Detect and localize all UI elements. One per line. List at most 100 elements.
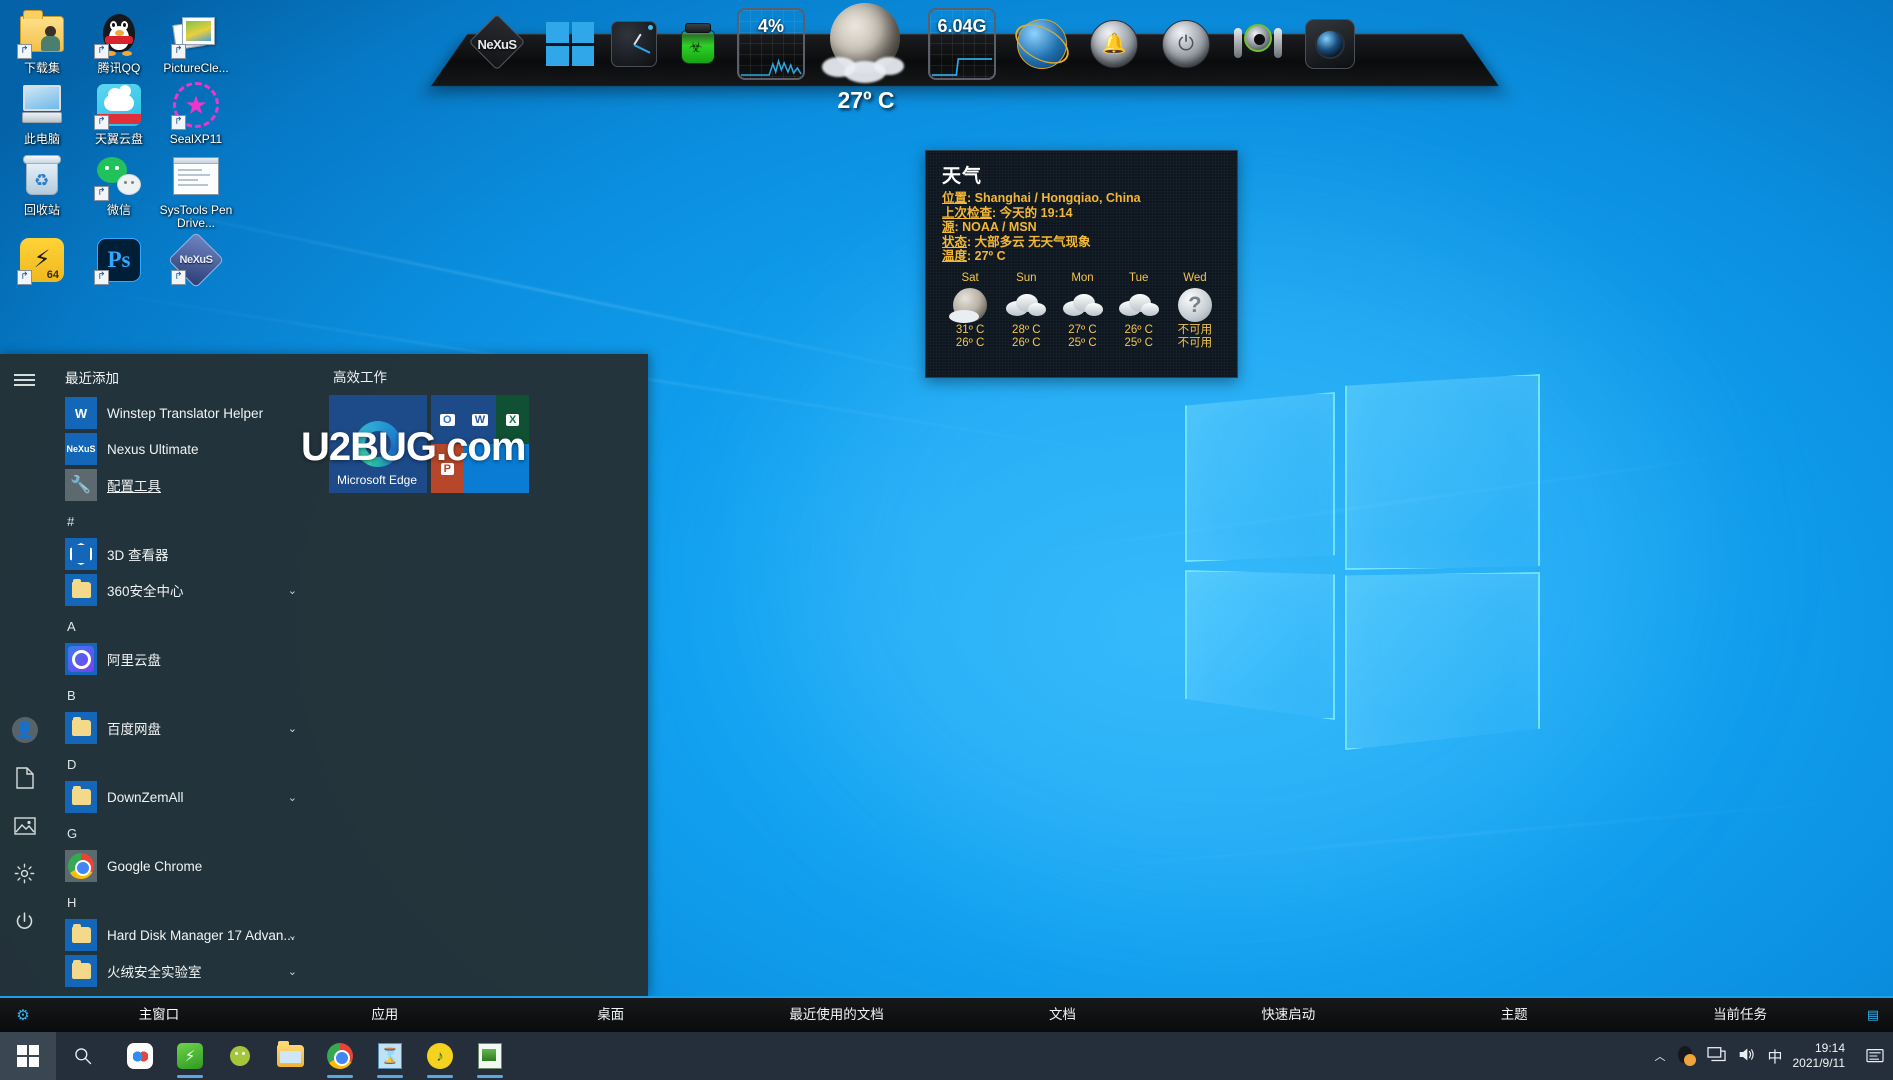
nexus-logo-dock-icon[interactable]: NeXuS	[456, 9, 538, 79]
start-app-downzemall[interactable]: DownZemAll ⌄	[49, 779, 319, 815]
desktop-icon-tianyi-cloud[interactable]: 天翼云盘	[81, 75, 157, 146]
chevron-down-icon[interactable]: ⌄	[288, 584, 297, 597]
desktop-icon-recycle-bin[interactable]: ♻ 回收站	[4, 146, 80, 230]
biohazard-dock-icon[interactable]: ☣	[666, 9, 730, 79]
action-center-icon[interactable]	[1857, 1048, 1893, 1064]
windows-start-icon[interactable]	[0, 1032, 56, 1080]
chrome-taskbar-icon[interactable]	[316, 1032, 364, 1080]
shortcut-arrow-icon	[94, 186, 109, 201]
desktop-icon-downloader64[interactable]: ⚡ 64	[4, 230, 80, 288]
network-globe-dock-icon[interactable]	[1006, 9, 1078, 79]
start-app-nexus-ultimate[interactable]: NeXuS Nexus Ultimate	[49, 431, 319, 467]
cpu-meter-dock-icon[interactable]: 4%	[730, 8, 812, 80]
desktop-icon-grid: 下载集 腾讯QQ PictureCle... 此电脑	[0, 4, 232, 289]
start-app-label: 360安全中心	[107, 584, 184, 599]
start-app-hard-disk-manager[interactable]: Hard Disk Manager 17 Advan... ⌄	[49, 917, 319, 953]
desktop-icon-this-pc[interactable]: 此电脑	[4, 75, 80, 146]
baidu-netdisk-taskbar-icon[interactable]	[116, 1032, 164, 1080]
shortcut-arrow-icon	[94, 44, 109, 59]
nexus-tab-documents[interactable]: 文档	[950, 998, 1176, 1032]
start-app-baidu-netdisk[interactable]: 百度网盘 ⌄	[49, 710, 319, 746]
hourglass-app-taskbar-icon[interactable]: ⌛	[366, 1032, 414, 1080]
moon-weather-dock-icon[interactable]: 27º C	[812, 3, 918, 113]
start-group-letter: G	[67, 826, 78, 841]
pictures-icon[interactable]	[11, 812, 38, 839]
music-player-taskbar-icon[interactable]: ♪	[416, 1032, 464, 1080]
nexus-tab-main-window[interactable]: 主窗口	[46, 998, 272, 1032]
unknown-icon: ?	[1167, 286, 1223, 324]
network-glyph	[1707, 1047, 1727, 1062]
desktop-icon-qq[interactable]: 腾讯QQ	[81, 4, 157, 75]
nexus-tab-desktop[interactable]: 桌面	[498, 998, 724, 1032]
weather-widget[interactable]: 天气 位置: Shanghai / Hongqiao, China 上次检查: …	[925, 150, 1238, 378]
chevron-down-icon[interactable]: ⌄	[288, 791, 297, 804]
start-app-360-security[interactable]: 360安全中心 ⌄	[49, 572, 319, 608]
clock-dock-icon[interactable]	[602, 9, 666, 79]
forecast-day-name: Sat	[961, 271, 979, 284]
power-icon[interactable]	[11, 908, 38, 935]
file-explorer-taskbar-icon[interactable]	[266, 1032, 314, 1080]
power-dock-icon[interactable]: ⏻	[1150, 9, 1222, 79]
documents-icon[interactable]	[11, 764, 38, 791]
start-app-label: Google Chrome	[107, 858, 203, 874]
forecast-low: 25º C	[1124, 336, 1153, 349]
cpu-sparkline	[740, 58, 802, 76]
search-icon[interactable]	[56, 1046, 110, 1066]
start-app-huorong-security[interactable]: 火绒安全实验室 ⌄	[49, 953, 319, 989]
start-menu-app-list[interactable]: 最近添加 W Winstep Translator Helper NeXuS N…	[49, 354, 319, 996]
nexus-tab-apps[interactable]: 应用	[272, 998, 498, 1032]
windows-start-dock-icon[interactable]	[538, 9, 602, 79]
android-emulator-taskbar-icon[interactable]	[216, 1032, 264, 1080]
taskbar-clock[interactable]: 19:14 2021/9/11	[1793, 1041, 1858, 1071]
nexus-menu-bar: ⚙ 主窗口 应用 桌面 最近使用的文档 文档 快速启动 主题 当前任务 ▤	[0, 996, 1893, 1032]
user-account-icon[interactable]: 👤	[11, 716, 38, 743]
desktop-icon-sealxp11[interactable]: ★ SealXP11	[158, 75, 234, 146]
start-menu-rail: 👤	[0, 354, 49, 996]
start-app-config-tool[interactable]: 🔧 配置工具	[49, 467, 319, 503]
nexus-tab-quick-launch[interactable]: 快速启动	[1175, 998, 1401, 1032]
desktop-icon-picturecleaner[interactable]: PictureCle...	[158, 4, 234, 75]
nexus-tab-recent-docs[interactable]: 最近使用的文档	[724, 998, 950, 1032]
tile-microsoft-edge[interactable]: Microsoft Edge	[329, 395, 427, 493]
dock-items: NeXuS ☣ 4% 27º C 6.04G 🔔 ⏻	[450, 3, 1480, 113]
memory-meter-dock-icon[interactable]: 6.04G	[918, 8, 1006, 80]
notepad-app-taskbar-icon[interactable]	[466, 1032, 514, 1080]
excel-tile[interactable]: X	[496, 395, 529, 444]
alarm-bell-dock-icon[interactable]: 🔔	[1078, 9, 1150, 79]
nexus-menu-end-icon[interactable]: ▤	[1853, 1007, 1893, 1023]
chevron-down-icon[interactable]: ⌄	[288, 929, 297, 942]
volume-tray-icon[interactable]	[1737, 1046, 1756, 1066]
picture-frames-icon	[171, 10, 220, 59]
chevron-down-icon[interactable]: ⌄	[288, 965, 297, 978]
chevron-down-icon[interactable]: ⌄	[288, 722, 297, 735]
hamburger-menu-icon[interactable]	[11, 366, 38, 393]
ime-language-tray-icon[interactable]: 中	[1767, 1046, 1782, 1067]
settings-gear-icon[interactable]: ⚙	[0, 1006, 46, 1024]
desktop-icon-photoshop[interactable]: Ps	[81, 230, 157, 288]
network-tray-icon[interactable]	[1707, 1046, 1727, 1066]
nexus-tab-current-tasks[interactable]: 当前任务	[1627, 998, 1853, 1032]
desktop-icon-downloads[interactable]: 下载集	[4, 4, 80, 75]
green-app-taskbar-icon[interactable]: ⚡	[166, 1032, 214, 1080]
audio-headphone-dock-icon[interactable]	[1222, 9, 1294, 79]
word-tile[interactable]: W	[463, 395, 497, 444]
weather-row-value: Shanghai / Hongqiao, China	[974, 191, 1141, 205]
forecast-low: 26º C	[1012, 336, 1041, 349]
desktop-icon-nexus[interactable]: NeXuS	[158, 230, 234, 289]
start-app-3d-viewer[interactable]: 3D 查看器	[49, 536, 319, 572]
powerpoint-tile[interactable]: P	[431, 444, 464, 493]
show-hidden-icons-chevron[interactable]: ︿	[1654, 1048, 1665, 1064]
qq-tray-icon[interactable]	[1676, 1046, 1697, 1066]
store-tile[interactable]	[463, 444, 529, 493]
desktop-icon-wechat[interactable]: 微信	[81, 146, 157, 230]
settings-gear-icon[interactable]	[11, 860, 38, 887]
start-app-aliyun-drive[interactable]: 阿里云盘	[49, 641, 319, 677]
forecast-day-name: Wed	[1183, 271, 1207, 284]
start-app-winstep-translator-helper[interactable]: W Winstep Translator Helper	[49, 395, 319, 431]
weather-row-condition: 状态: 大部多云 无天气现象	[942, 234, 1091, 249]
camera-dock-icon[interactable]	[1294, 9, 1366, 79]
start-app-google-chrome[interactable]: Google Chrome	[49, 848, 319, 884]
outlook-tile[interactable]: O	[431, 395, 464, 444]
desktop-icon-systools[interactable]: SysTools Pen Drive...	[158, 146, 234, 230]
nexus-tab-themes[interactable]: 主题	[1401, 998, 1627, 1032]
